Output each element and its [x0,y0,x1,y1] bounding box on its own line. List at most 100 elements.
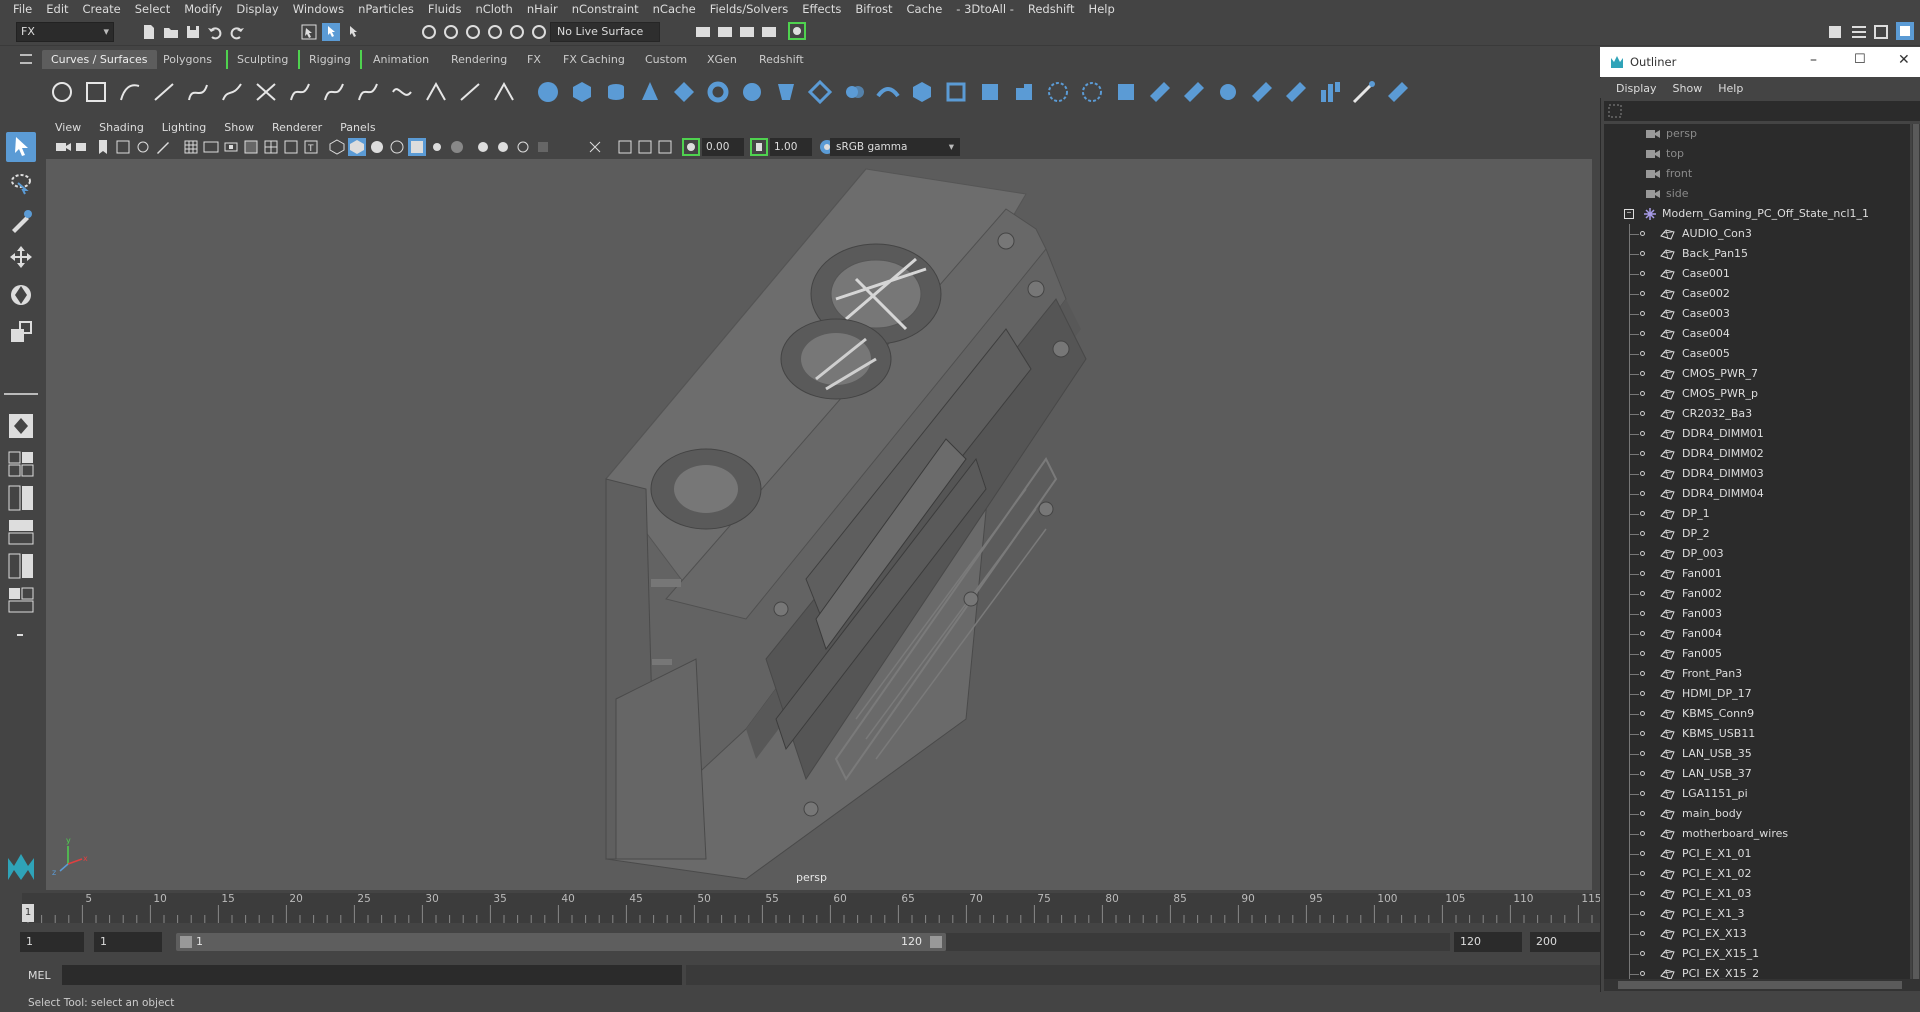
trim-tool-icon[interactable] [1182,80,1206,104]
outliner-row-mesh[interactable]: motherboard_wires [1604,824,1910,844]
nurbs-plane-icon[interactable] [672,80,696,104]
menu-item-modify[interactable]: Modify [177,2,229,16]
single-perspective-layout-icon[interactable] [6,411,36,441]
select-by-component-icon[interactable] [344,23,362,41]
viewport-persp[interactable]: y x z [46,159,1592,890]
bevel-plus-icon[interactable] [1012,80,1036,104]
view-transform-select[interactable]: sRGB gamma ▾ [830,138,960,156]
menu-item-redshift[interactable]: Redshift [1021,2,1082,16]
outliner-row-camera[interactable]: top [1604,144,1910,164]
open-scene-icon[interactable] [162,23,180,41]
menu-item-file[interactable]: File [6,2,39,16]
attach-curves-icon[interactable] [288,80,312,104]
new-scene-icon[interactable] [140,23,158,41]
shelf-tab-sculpting[interactable]: Sculpting [226,50,297,69]
playback-start-field[interactable]: 1 [94,932,162,952]
channel-box-toggle-icon[interactable] [1896,22,1914,40]
outliner-row-mesh[interactable]: PCI_EX_X15_1 [1604,944,1910,964]
shelf-menu-icon[interactable] [20,54,32,64]
outliner-row-mesh[interactable]: PCI_E_X1_01 [1604,844,1910,864]
cv-curve-tool-icon[interactable] [118,80,142,104]
safe-title-icon[interactable]: T [302,138,320,156]
outliner-row-mesh[interactable]: Back_Pan15 [1604,244,1910,264]
nurbs-cylinder-icon[interactable] [604,80,628,104]
outliner-row-mesh[interactable]: CMOS_PWR_p [1604,384,1910,404]
detach-curves-icon[interactable] [322,80,346,104]
resolution-gate-icon[interactable] [222,138,240,156]
backface-culling-icon[interactable] [656,138,674,156]
stitch-edges-icon[interactable] [1148,80,1172,104]
snap-point-icon[interactable] [464,23,482,41]
select-camera-icon[interactable] [54,138,72,156]
select-by-object-icon[interactable] [322,23,340,41]
exposure-toggle-icon[interactable] [682,138,700,156]
outliner-row-mesh[interactable]: KBMS_USB11 [1604,724,1910,744]
outliner-row-mesh[interactable]: CR2032_Ba3 [1604,404,1910,424]
panel-menu-show[interactable]: Show [215,121,263,134]
nurbs-sphere-icon[interactable] [536,80,560,104]
shelf-tab-rigging[interactable]: Rigging [298,50,362,69]
outliner-row-mesh[interactable]: CMOS_PWR_7 [1604,364,1910,384]
menu-item-nhair[interactable]: nHair [520,2,565,16]
tool-settings-toggle-icon[interactable] [1872,23,1890,41]
motion-blur-icon[interactable] [474,138,492,156]
panel-menu-view[interactable]: View [46,121,90,134]
make-live-icon[interactable] [530,23,548,41]
boundary-icon[interactable] [910,80,934,104]
shelf-tab-fx[interactable]: FX [518,50,550,69]
rotate-tool-icon[interactable] [6,280,36,310]
project-curve-icon[interactable] [1216,80,1240,104]
shelf-tab-xgen[interactable]: XGen [698,50,746,69]
outliner-row-mesh[interactable]: Case003 [1604,304,1910,324]
shelf-tab-animation[interactable]: Animation [364,50,438,69]
outliner-row-mesh[interactable]: DDR4_DIMM04 [1604,484,1910,504]
wireframe-on-shaded-icon[interactable] [368,138,386,156]
camera-attributes-icon[interactable] [74,138,92,156]
offset-curve-icon[interactable] [424,80,448,104]
range-end-handle[interactable] [930,936,942,948]
menu-item-ncache[interactable]: nCache [646,2,703,16]
outliner-row-mesh[interactable]: Fan003 [1604,604,1910,624]
menu-item--3dtoall-[interactable]: - 3DtoAll - [949,2,1021,16]
field-chart-icon[interactable] [262,138,280,156]
undo-icon[interactable] [206,23,224,41]
square-surface-icon[interactable] [944,80,968,104]
outliner-row-mesh[interactable]: main_body [1604,804,1910,824]
birail-icon[interactable] [876,80,900,104]
close-icon[interactable]: ✕ [1898,52,1910,68]
outliner-row-mesh[interactable]: LAN_USB_37 [1604,764,1910,784]
paint-select-tool-icon[interactable] [6,206,36,236]
outliner-row-mesh[interactable]: PCI_EX_X15_2 [1604,964,1910,979]
menu-item-edit[interactable]: Edit [39,2,75,16]
attribute-editor-toggle-icon[interactable] [1850,23,1868,41]
shadows-icon[interactable] [428,138,446,156]
menu-item-nparticles[interactable]: nParticles [351,2,421,16]
wireframe-shading-icon[interactable] [328,138,346,156]
outliner-row-camera[interactable]: persp [1604,124,1910,144]
outliner-row-mesh[interactable]: Fan001 [1604,564,1910,584]
side-by-side-layout-icon[interactable] [6,483,36,513]
circular-fillet-icon[interactable] [1046,80,1070,104]
nurbs-square-icon[interactable] [84,80,108,104]
xray-components-icon[interactable] [636,138,654,156]
scale-tool-icon[interactable] [6,317,36,347]
freeform-fillet-icon[interactable] [1080,80,1104,104]
outliner-row-group[interactable]: – Modern_Gaming_PC_Off_State_ncl1_1 [1604,204,1910,224]
maximize-icon[interactable]: ☐ [1854,52,1866,67]
time-slider[interactable] [22,893,1600,923]
minimize-icon[interactable]: – [1810,52,1817,68]
exposure-field[interactable]: 0.00 [702,138,744,156]
outliner-row-mesh[interactable]: Front_Pan3 [1604,664,1910,684]
planar-icon[interactable] [808,80,832,104]
four-view-layout-icon[interactable] [6,449,36,479]
workspace-icon[interactable] [1826,23,1844,41]
outliner-row-mesh[interactable]: DP_1 [1604,504,1910,524]
menu-item-select[interactable]: Select [128,2,177,16]
outliner-menu-help[interactable]: Help [1710,82,1751,95]
live-surface-field[interactable]: No Live Surface [550,22,660,42]
select-by-hierarchy-icon[interactable] [300,23,318,41]
outliner-row-mesh[interactable]: DDR4_DIMM02 [1604,444,1910,464]
use-all-lights-icon[interactable] [408,138,426,156]
hypershade-layout-icon[interactable] [6,585,36,615]
ep-curve-tool-icon[interactable] [152,80,176,104]
